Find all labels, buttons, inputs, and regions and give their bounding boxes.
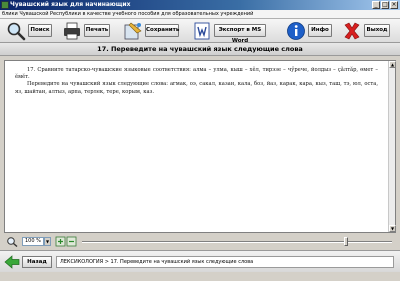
- exit-button[interactable]: Выход: [364, 24, 390, 37]
- info-icon[interactable]: [286, 21, 306, 41]
- bottom-strip: [0, 272, 400, 281]
- export-word-button[interactable]: Экспорт в MS Word: [214, 24, 266, 44]
- scroll-down-icon[interactable]: ▼: [389, 225, 396, 232]
- fit-page-icon[interactable]: [55, 236, 77, 247]
- exit-x-icon[interactable]: [342, 21, 362, 41]
- subtitle-text: блики Чувашской Республики в качестве уч…: [0, 10, 400, 19]
- search-button[interactable]: Поиск: [28, 24, 52, 37]
- save-button[interactable]: Сохранить: [145, 24, 179, 37]
- zoom-magnifier-icon: [7, 237, 18, 247]
- navigation-bar: Назад ЛЕКСИКОЛОГИЯ > 17. Переведите на ч…: [0, 250, 400, 272]
- printer-icon[interactable]: [62, 21, 82, 41]
- info-button[interactable]: Инфо: [308, 24, 332, 37]
- title-bar: Чувашский язык для начинающих _ □ ×: [0, 0, 400, 10]
- zoom-dropdown-icon[interactable]: ▼: [44, 237, 51, 246]
- document-text: 17. Сравните татарско-чувашские языковые…: [5, 61, 388, 232]
- toolbar: Поиск Печать Сохранить Экспорт в MS Word…: [0, 19, 400, 44]
- maximize-button[interactable]: □: [381, 1, 389, 9]
- print-button[interactable]: Печать: [84, 24, 110, 37]
- exercise-paragraph: 17. Сравните татарско-чувашские языковые…: [15, 67, 378, 81]
- close-window-button[interactable]: ×: [390, 1, 398, 9]
- zoom-select[interactable]: 100 %: [22, 237, 44, 246]
- app-icon: [1, 1, 9, 9]
- page-title: 17. Переведите на чувашский язык следующ…: [0, 43, 400, 56]
- back-button[interactable]: Назад: [22, 256, 52, 268]
- window-controls: _ □ ×: [372, 1, 398, 9]
- zoom-bar: 100 % ▼: [0, 235, 400, 248]
- vertical-scrollbar[interactable]: ▲ ▼: [388, 61, 396, 232]
- scroll-up-icon[interactable]: ▲: [389, 61, 396, 68]
- translation-paragraph: Переведите на чувашский язык следующие с…: [15, 81, 378, 95]
- minimize-button[interactable]: _: [372, 1, 380, 9]
- save-icon[interactable]: [123, 21, 143, 41]
- search-icon[interactable]: [6, 21, 26, 41]
- back-arrow-icon[interactable]: [4, 255, 20, 269]
- breadcrumb: ЛЕКСИКОЛОГИЯ > 17. Переведите на чувашск…: [56, 256, 394, 268]
- window-title: Чувашский язык для начинающих: [10, 1, 131, 8]
- word-export-icon[interactable]: [192, 21, 212, 41]
- zoom-slider-thumb[interactable]: [344, 237, 348, 246]
- content-area: 17. Сравните татарско-чувашские языковые…: [4, 60, 396, 233]
